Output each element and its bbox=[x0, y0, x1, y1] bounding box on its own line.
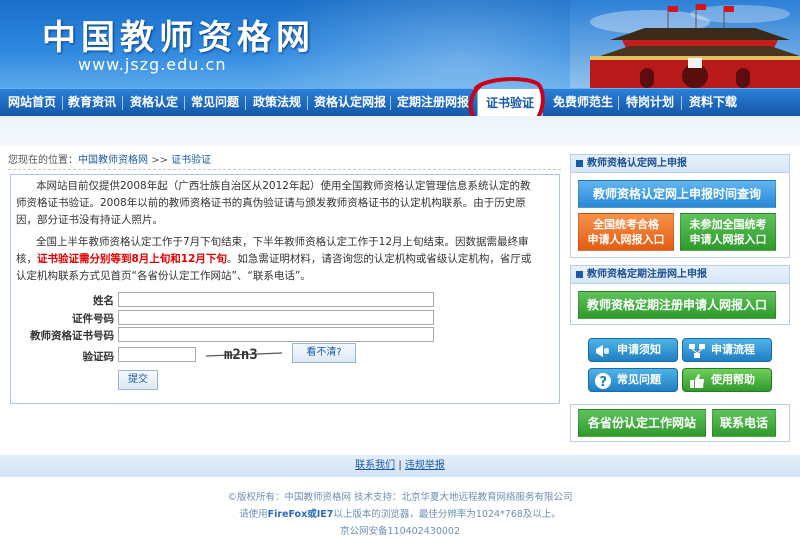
nav-divider bbox=[184, 96, 185, 110]
name-label: 姓名 bbox=[93, 295, 114, 307]
id-number-input[interactable] bbox=[118, 310, 434, 325]
nav-home[interactable]: 网站首页 bbox=[8, 89, 56, 116]
nav-special-post-plan[interactable]: 特岗计划 bbox=[626, 89, 674, 116]
bullet-icon bbox=[576, 160, 583, 167]
nav-policies[interactable]: 政策法规 bbox=[253, 89, 301, 116]
application-notice-button[interactable]: 申请须知 bbox=[588, 338, 678, 362]
nav-downloads[interactable]: 资料下载 bbox=[689, 89, 737, 116]
non-unified-exam-line1: 未参加全国统考 bbox=[689, 218, 767, 231]
faq-label: 常见问题 bbox=[617, 373, 661, 386]
browser-notice: 请使用FireFox或IE7以上版本的浏览器，最佳分辨率为1024*768及以上… bbox=[0, 506, 800, 520]
captcha-image[interactable]: m2n3 bbox=[204, 344, 284, 364]
submit-button[interactable]: 提交 bbox=[118, 370, 158, 390]
faq-button[interactable]: ? 常见问题 bbox=[588, 368, 678, 392]
flowchart-icon bbox=[689, 344, 705, 358]
name-input[interactable] bbox=[118, 292, 434, 307]
id-number-label: 证件号码 bbox=[72, 313, 114, 325]
icp-record: 京公网安备110402430002 bbox=[339, 526, 461, 537]
application-process-label: 申请流程 bbox=[711, 343, 755, 356]
captcha-refresh-button[interactable]: 看不清? bbox=[292, 343, 356, 363]
breadcrumb-separator: >> bbox=[151, 155, 168, 166]
certification-online-title: 教师资格认定网上申报 bbox=[587, 158, 687, 169]
nav-education-news[interactable]: 教育资讯 bbox=[68, 89, 116, 116]
registration-online-header: 教师资格定期注册网上申报 bbox=[571, 266, 789, 284]
tiananmen-gate-illustration bbox=[570, 0, 800, 88]
nav-registration-online[interactable]: 定期注册网报 bbox=[397, 89, 469, 116]
captcha-label: 验证码 bbox=[82, 351, 115, 363]
certification-online-header: 教师资格认定网上申报 bbox=[571, 155, 789, 173]
contact-phone-button[interactable]: 联系电话 bbox=[712, 409, 776, 437]
nav-free-normal-students[interactable]: 免费师范生 bbox=[553, 89, 613, 116]
nav-divider bbox=[307, 96, 308, 110]
intro-paragraph-2: 全国上半年教师资格认定工作于7月下旬结束，下半年教师资格认定工作于12月上旬结束… bbox=[16, 234, 536, 285]
footer-links: 联系我们 | 违规举报 bbox=[0, 455, 800, 477]
non-unified-exam-entry-button[interactable]: 未参加全国统考 申请人网报入口 bbox=[680, 213, 776, 251]
query-time-button[interactable]: 教师资格认定网上申报时间查询 bbox=[578, 180, 776, 208]
site-title: 中国教师资格网 bbox=[42, 18, 315, 58]
nav-divider bbox=[390, 96, 391, 110]
certificate-number-input[interactable] bbox=[118, 327, 434, 342]
contact-us-link[interactable]: 联系我们 bbox=[355, 460, 395, 471]
svg-text:?: ? bbox=[600, 375, 608, 390]
nav-certification-online[interactable]: 资格认定网报 bbox=[314, 89, 386, 116]
captcha-input[interactable] bbox=[118, 347, 196, 362]
registration-entry-button[interactable]: 教师资格定期注册申请人网报入口 bbox=[578, 291, 776, 319]
usage-help-label: 使用帮助 bbox=[711, 373, 755, 386]
application-process-button[interactable]: 申请流程 bbox=[682, 338, 772, 362]
megaphone-icon bbox=[596, 345, 609, 357]
browser-names: FireFox或IE7 bbox=[267, 509, 334, 520]
provincial-websites-button[interactable]: 各省份认定工作网站 bbox=[578, 409, 706, 437]
breadcrumb-current[interactable]: 证书验证 bbox=[171, 155, 211, 166]
notice-red-text: 证书验证需分别等到8月上旬和12月下旬 bbox=[37, 253, 227, 265]
unified-exam-entry-button[interactable]: 全国统考合格 申请人网报入口 bbox=[578, 213, 674, 251]
non-unified-exam-line2: 申请人网报入口 bbox=[689, 233, 767, 246]
breadcrumb: 您现在的位置：中国教师资格网 >> 证书验证 bbox=[8, 154, 561, 170]
site-header: 中国教师资格网 www.jszg.edu.cn bbox=[0, 0, 800, 88]
registration-online-title: 教师资格定期注册网上申报 bbox=[587, 269, 707, 280]
bullet-icon bbox=[576, 271, 583, 278]
thumbs-up-icon bbox=[690, 374, 704, 388]
breadcrumb-prefix: 您现在的位置： bbox=[8, 155, 78, 166]
question-mark-icon: ? bbox=[595, 373, 611, 390]
unified-exam-line2: 申请人网报入口 bbox=[587, 233, 665, 246]
captcha-text: m2n3 bbox=[224, 347, 258, 363]
report-violation-link[interactable]: 违规举报 bbox=[405, 460, 445, 471]
footer-separator: | bbox=[398, 460, 402, 471]
nav-divider bbox=[681, 96, 682, 110]
nav-certificate-verification[interactable]: 证书验证 bbox=[477, 88, 543, 118]
usage-help-button[interactable]: 使用帮助 bbox=[682, 368, 772, 392]
intro-paragraph-1: 本网站目前仅提供2008年起（广西壮族自治区从2012年起）使用全国教师资格认定… bbox=[16, 180, 531, 226]
nav-active-label: 证书验证 bbox=[485, 96, 534, 110]
copyright-text: ©版权所有：中国教师资格网 技术支持：北京华夏大地远程教育网络服务有限公司 bbox=[227, 492, 573, 503]
nav-certification[interactable]: 资格认定 bbox=[130, 89, 178, 116]
nav-divider bbox=[122, 96, 123, 110]
breadcrumb-home-link[interactable]: 中国教师资格网 bbox=[78, 155, 148, 166]
nav-faq[interactable]: 常见问题 bbox=[191, 89, 239, 116]
site-url: www.jszg.edu.cn bbox=[78, 55, 227, 74]
main-nav: 网站首页 教育资讯 资格认定 常见问题 政策法规 资格认定网报 定期注册网报 免… bbox=[0, 88, 800, 116]
nav-divider bbox=[618, 96, 619, 110]
application-notice-label: 申请须知 bbox=[617, 343, 661, 356]
browser-notice-c: 以上版本的浏览器，最佳分辨率为1024*768及以上。 bbox=[333, 509, 561, 520]
browser-notice-a: 请使用 bbox=[239, 509, 268, 520]
unified-exam-line1: 全国统考合格 bbox=[593, 218, 659, 231]
nav-subbar bbox=[0, 116, 800, 146]
nav-divider bbox=[62, 96, 63, 110]
nav-divider bbox=[245, 96, 246, 110]
certificate-number-label: 教师资格证书号码 bbox=[30, 330, 114, 342]
